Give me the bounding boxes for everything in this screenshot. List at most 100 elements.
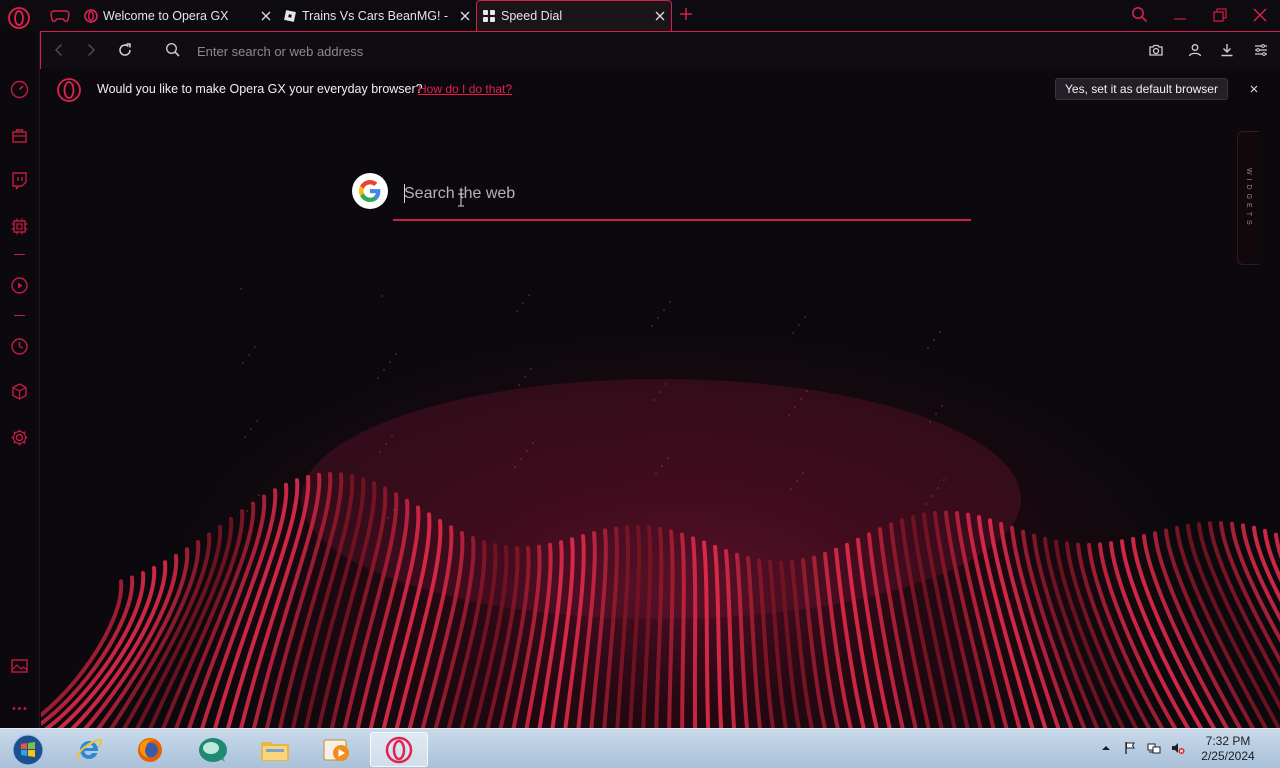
reload-icon[interactable] xyxy=(117,42,133,58)
extensions-icon[interactable] xyxy=(10,382,29,401)
wallpaper-particle xyxy=(653,399,655,401)
close-tab-icon[interactable] xyxy=(653,9,667,23)
wallpaper-wave-strand xyxy=(1043,536,1113,728)
wallpaper-icon[interactable] xyxy=(10,657,29,676)
tab-search-icon[interactable] xyxy=(1131,6,1148,23)
close-window-icon[interactable] xyxy=(1251,6,1269,24)
gx-cleaner-icon[interactable] xyxy=(10,217,29,236)
wallpaper-particle xyxy=(665,383,667,385)
wallpaper-particle xyxy=(935,413,937,415)
speed-dial-icon xyxy=(483,10,495,22)
wallpaper-particle xyxy=(252,502,254,504)
wallpaper-particle xyxy=(526,450,528,452)
snapshot-icon[interactable] xyxy=(1148,42,1164,58)
wallpaper-particle xyxy=(383,369,385,371)
taskbar-media-player[interactable] xyxy=(308,732,364,767)
action-center-flag-icon[interactable] xyxy=(1123,741,1137,755)
wallpaper-particle xyxy=(520,458,522,460)
wallpaper-particle xyxy=(528,294,530,296)
network-icon[interactable] xyxy=(1147,741,1161,755)
wallpaper-wave-strand xyxy=(680,532,686,728)
system-clock[interactable]: 7:32 PM 2/25/2024 xyxy=(1192,734,1264,764)
taskbar-file-explorer[interactable] xyxy=(247,732,303,767)
new-tab-icon[interactable] xyxy=(678,6,694,22)
web-search-input[interactable] xyxy=(404,183,944,205)
wallpaper-particle xyxy=(242,362,244,364)
web-search-box[interactable] xyxy=(393,175,971,221)
player-icon[interactable] xyxy=(10,276,29,295)
wallpaper-particle xyxy=(657,317,659,319)
wallpaper-particle xyxy=(516,310,518,312)
wallpaper-particle xyxy=(240,288,242,290)
wallpaper-particle xyxy=(796,480,798,482)
wallpaper-particle xyxy=(391,435,393,437)
tab-welcome[interactable]: Welcome to Opera GX xyxy=(84,0,273,31)
wallpaper-particle xyxy=(933,339,935,341)
show-hidden-icons-icon[interactable] xyxy=(1099,741,1113,755)
wallpaper-particle xyxy=(792,332,794,334)
opera-icon xyxy=(84,8,98,23)
default-browser-infobar: Would you like to make Opera GX your eve… xyxy=(41,69,1280,111)
wallpaper-particle xyxy=(530,368,532,370)
wallpaper-particle xyxy=(804,316,806,318)
back-icon[interactable] xyxy=(51,42,67,58)
wallpaper-wave-strand xyxy=(691,536,698,728)
close-tab-icon[interactable] xyxy=(259,9,273,23)
wallpaper-particle xyxy=(663,309,665,311)
address-input[interactable] xyxy=(197,41,797,61)
address-toolbar xyxy=(40,31,1280,69)
how-do-i-link[interactable]: How do I do that? xyxy=(418,82,512,96)
start-button[interactable] xyxy=(0,732,56,767)
minimize-icon[interactable] xyxy=(1171,6,1189,24)
wallpaper-particle xyxy=(925,503,927,505)
taskbar-app[interactable] xyxy=(185,732,241,767)
forward-icon[interactable] xyxy=(83,42,99,58)
wallpaper-particle xyxy=(258,494,260,496)
widgets-label: WIDGETS xyxy=(1245,167,1252,229)
sidebar-separator xyxy=(14,254,25,255)
download-icon[interactable] xyxy=(1219,42,1235,58)
taskbar-firefox[interactable] xyxy=(122,732,178,767)
more-icon[interactable] xyxy=(10,699,29,718)
wallpaper-wave-strand xyxy=(702,540,711,728)
wallpaper-particle xyxy=(659,391,661,393)
opera-gx-logo-icon xyxy=(57,78,81,102)
wallpaper-wave-strand xyxy=(1010,525,1074,728)
settings-icon[interactable] xyxy=(10,428,29,447)
infobar-message: Would you like to make Opera GX your eve… xyxy=(97,82,423,96)
close-tab-icon[interactable] xyxy=(458,9,472,23)
wallpaper-particle xyxy=(524,376,526,378)
wallpaper-particle xyxy=(937,487,939,489)
gx-control-icon[interactable] xyxy=(10,80,29,99)
google-icon[interactable] xyxy=(352,173,388,209)
wallpaper-particle xyxy=(393,509,395,511)
taskbar-opera-gx[interactable] xyxy=(370,732,428,767)
app-icon xyxy=(199,737,227,762)
wallpaper-particle xyxy=(788,414,790,416)
volume-muted-icon[interactable] xyxy=(1171,741,1185,755)
set-default-button[interactable]: Yes, set it as default browser xyxy=(1055,78,1228,100)
close-infobar-icon[interactable] xyxy=(1248,83,1260,95)
widgets-tab[interactable]: WIDGETS xyxy=(1237,131,1259,265)
taskbar-internet-explorer[interactable] xyxy=(61,732,117,767)
wallpaper-wave-strand xyxy=(1065,541,1139,728)
wallpaper-particle xyxy=(661,465,663,467)
easy-setup-icon[interactable] xyxy=(1253,42,1269,58)
opera-menu-icon[interactable] xyxy=(7,6,31,30)
wallpaper-particle xyxy=(790,488,792,490)
twitch-icon[interactable] xyxy=(10,171,29,190)
gamepad-icon[interactable] xyxy=(50,7,70,23)
tab-roblox[interactable]: Trains Vs Cars BeanMG! - Roblox xyxy=(283,0,472,31)
wallpaper-particle xyxy=(794,406,796,408)
wallpaper-wave-strand xyxy=(1021,529,1087,728)
tab-speed-dial[interactable]: Speed Dial xyxy=(476,0,672,31)
restore-icon[interactable] xyxy=(1211,6,1229,24)
wallpaper-particle xyxy=(518,384,520,386)
shopping-bag-icon[interactable] xyxy=(10,126,29,145)
profile-icon[interactable] xyxy=(1187,42,1203,58)
wallpaper-particle xyxy=(244,436,246,438)
text-caret xyxy=(404,184,405,203)
history-icon[interactable] xyxy=(10,337,29,356)
wallpaper-wave-strand xyxy=(1054,539,1126,728)
wallpaper-particle xyxy=(931,495,933,497)
